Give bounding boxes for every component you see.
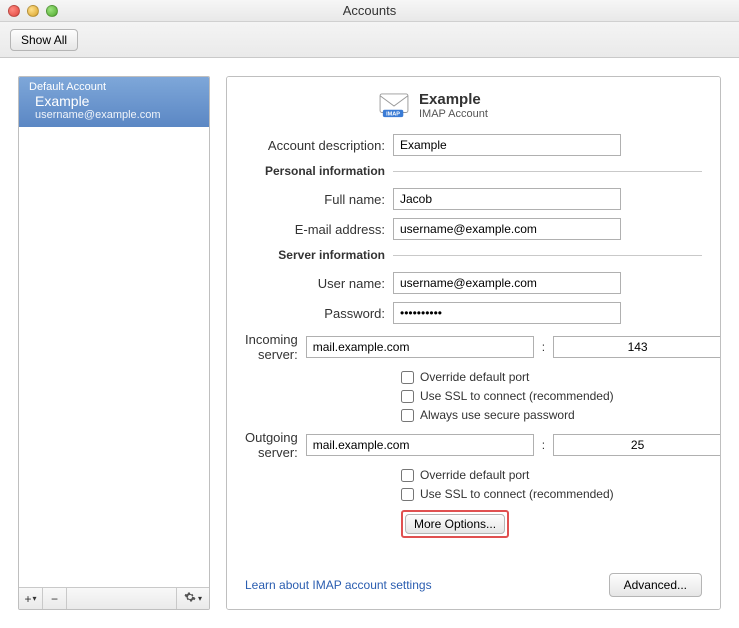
gear-icon	[184, 591, 196, 606]
outgoing-server-input[interactable]	[306, 434, 534, 456]
plus-icon: +	[24, 592, 31, 606]
incoming-override-port-label: Override default port	[420, 370, 529, 384]
titlebar: Accounts	[0, 0, 739, 22]
user-name-label: User name:	[245, 276, 393, 291]
sidebar-gear-button[interactable]: ▾	[177, 588, 209, 609]
show-all-button[interactable]: Show All	[10, 29, 78, 51]
incoming-port-input[interactable]	[553, 336, 721, 358]
user-name-input[interactable]	[393, 272, 621, 294]
account-header-text: Example IMAP Account	[419, 91, 488, 120]
personal-info-header: Personal information	[245, 164, 393, 178]
full-name-input[interactable]	[393, 188, 621, 210]
full-name-label: Full name:	[245, 192, 393, 207]
outgoing-server-label: Outgoing server:	[245, 430, 306, 460]
outgoing-ssl-label: Use SSL to connect (recommended)	[420, 487, 614, 501]
outgoing-ssl-checkbox[interactable]	[401, 488, 414, 501]
account-item-example[interactable]: Default Account Example username@example…	[19, 77, 209, 127]
accounts-sidebar: Default Account Example username@example…	[18, 76, 210, 610]
add-menu-icon: ▾	[33, 594, 37, 603]
sidebar-spacer	[67, 588, 177, 609]
toolbar: Show All	[0, 22, 739, 58]
advanced-button[interactable]: Advanced...	[609, 573, 702, 597]
port-colon: :	[542, 438, 545, 452]
main-area: Default Account Example username@example…	[0, 58, 739, 628]
incoming-server-label: Incoming server:	[245, 332, 306, 362]
more-options-highlight: More Options...	[401, 510, 509, 538]
incoming-override-port-checkbox[interactable]	[401, 371, 414, 384]
account-detail-panel: IMAP Example IMAP Account Account descri…	[226, 76, 721, 610]
account-description-label: Account description:	[245, 138, 393, 153]
gear-menu-icon: ▾	[198, 594, 202, 603]
account-header: IMAP Example IMAP Account	[379, 91, 702, 120]
incoming-server-input[interactable]	[306, 336, 534, 358]
svg-text:IMAP: IMAP	[386, 111, 400, 117]
accounts-list: Default Account Example username@example…	[19, 77, 209, 587]
default-account-label: Default Account	[29, 81, 199, 93]
incoming-secure-password-label: Always use secure password	[420, 408, 575, 422]
panel-bottom-row: Learn about IMAP account settings Advanc…	[245, 573, 702, 597]
incoming-secure-password-checkbox[interactable]	[401, 409, 414, 422]
server-info-header: Server information	[245, 248, 393, 262]
email-address-label: E-mail address:	[245, 222, 393, 237]
account-description-input[interactable]	[393, 134, 621, 156]
incoming-ssl-label: Use SSL to connect (recommended)	[420, 389, 614, 403]
remove-account-button[interactable]: −	[43, 588, 67, 609]
account-header-type: IMAP Account	[419, 108, 488, 120]
incoming-ssl-checkbox[interactable]	[401, 390, 414, 403]
outgoing-override-port-checkbox[interactable]	[401, 469, 414, 482]
port-colon: :	[542, 340, 545, 354]
divider	[393, 255, 702, 256]
password-label: Password:	[245, 306, 393, 321]
password-input[interactable]	[393, 302, 621, 324]
account-header-name: Example	[419, 91, 488, 108]
minus-icon: −	[51, 592, 58, 606]
mail-icon: IMAP	[379, 93, 409, 119]
outgoing-override-port-label: Override default port	[420, 468, 529, 482]
add-account-button[interactable]: + ▾	[19, 588, 43, 609]
sidebar-footer: + ▾ − ▾	[19, 587, 209, 609]
window-title: Accounts	[0, 3, 739, 18]
outgoing-port-input[interactable]	[553, 434, 721, 456]
account-email: username@example.com	[29, 109, 199, 121]
divider	[393, 171, 702, 172]
learn-imap-link[interactable]: Learn about IMAP account settings	[245, 578, 432, 592]
account-name: Example	[29, 93, 199, 109]
email-address-input[interactable]	[393, 218, 621, 240]
more-options-button[interactable]: More Options...	[405, 514, 505, 534]
